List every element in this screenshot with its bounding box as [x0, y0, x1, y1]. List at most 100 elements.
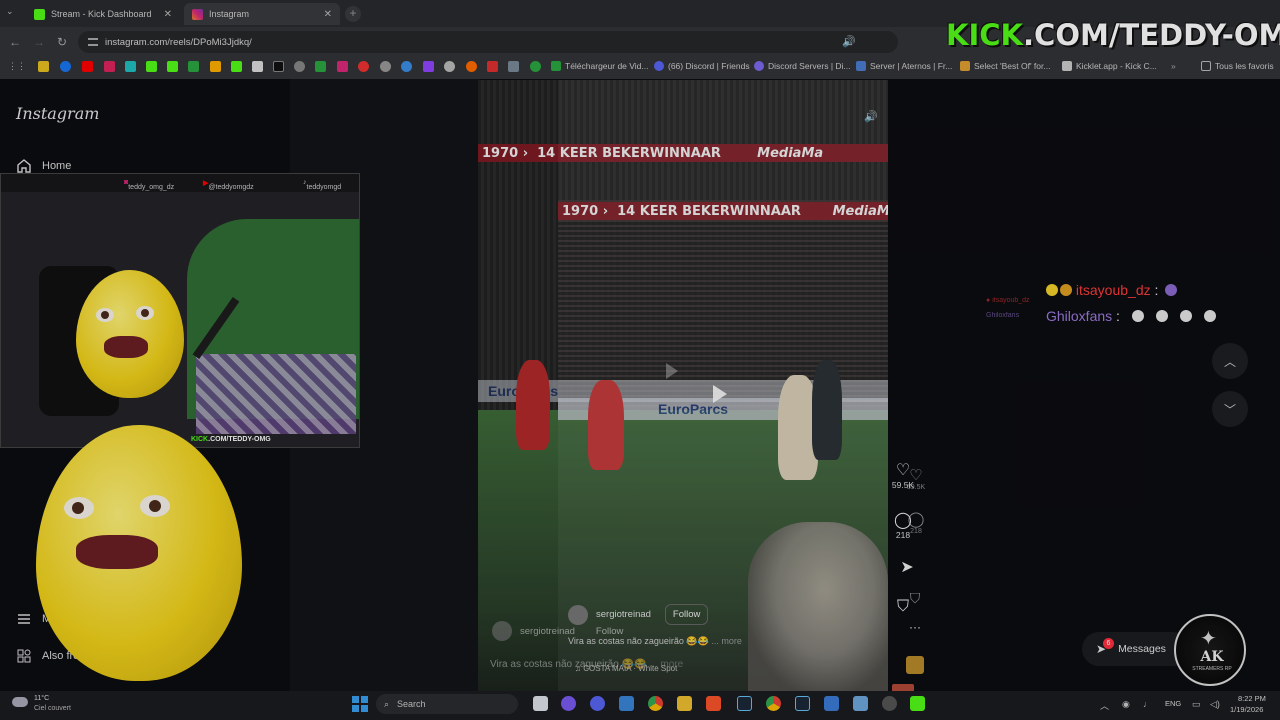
kick-icon[interactable] [167, 61, 178, 72]
bookmark-icon[interactable] [38, 61, 49, 72]
tab-instagram[interactable]: Instagram ✕ [184, 3, 340, 25]
audio-thumbnail-icon[interactable] [906, 656, 924, 674]
more-link[interactable]: ... more [711, 636, 742, 646]
bookmark-icon[interactable] [401, 61, 412, 72]
ak-streamers-logo: ✦ AK STREAMERS RP [1174, 614, 1246, 686]
reload-icon[interactable]: ↻ [57, 35, 67, 49]
app-icon[interactable] [824, 696, 839, 711]
facecam-kick-url: KICK.COM/TEDDY-OMG [191, 436, 271, 443]
clock-date[interactable]: 1/19/2026 [1230, 705, 1263, 714]
task-view-icon[interactable] [533, 696, 548, 711]
app-icon[interactable] [853, 696, 868, 711]
bookmark-item[interactable]: Téléchargeur de Vid... [551, 61, 648, 71]
show-hidden-icons-chevron-icon[interactable]: ︿ [1100, 699, 1109, 712]
instagram-logo[interactable]: Instagram [16, 104, 99, 123]
follow-button[interactable]: Follow [664, 604, 709, 625]
weather-temperature[interactable]: 11°C [34, 695, 49, 702]
language-indicator[interactable]: ENG [1165, 699, 1181, 708]
instagram-icon[interactable] [337, 61, 348, 72]
ak-subtext: STREAMERS RP [1192, 666, 1232, 672]
emote-icon [1060, 284, 1072, 296]
bookmark-favicon-icon [1062, 61, 1072, 71]
steam-icon[interactable] [737, 696, 752, 711]
tab-audio-icon[interactable]: 🔊 [842, 35, 858, 51]
reel-caption[interactable]: Vira as costas não zagueirão 😂😂 ... more [568, 636, 742, 647]
cloud-icon[interactable] [12, 697, 28, 707]
mute-icon[interactable]: 🔊 [864, 110, 880, 126]
lemon-pupil [141, 309, 149, 317]
copilot-icon[interactable] [561, 696, 576, 711]
chat-message: Ghiloxfans : [1046, 308, 1216, 324]
back-icon[interactable]: ← [9, 35, 21, 49]
weather-description[interactable]: Ciel couvert [34, 705, 71, 712]
share-icon[interactable]: ➤ [895, 557, 919, 577]
microphone-icon[interactable]: ♩ [1143, 699, 1152, 709]
chrome-icon[interactable] [766, 696, 781, 711]
volume-icon[interactable]: ◁) [1210, 699, 1220, 710]
next-reel-button[interactable]: ﹀ [1212, 391, 1248, 427]
brave-icon[interactable] [706, 696, 721, 711]
steam-icon[interactable] [795, 696, 810, 711]
chat-ghost: Ghiloxfans [986, 312, 1019, 319]
chat-message: itsayoub_dz : [1046, 282, 1178, 298]
nav-home[interactable]: Home [16, 158, 71, 174]
kick-icon[interactable] [146, 61, 157, 72]
windows-start-icon[interactable] [352, 696, 368, 712]
previous-reel-button[interactable]: ︿ [1212, 343, 1248, 379]
tab-kick-dashboard[interactable]: Stream - Kick Dashboard ✕ [26, 3, 180, 25]
tab-search-chevron-icon[interactable]: ⌄ [6, 6, 14, 17]
discord-icon[interactable] [590, 696, 605, 711]
gamepad-icon[interactable]: ◉ [1122, 699, 1130, 710]
play-icon[interactable] [713, 385, 727, 403]
twitch-icon[interactable] [423, 61, 434, 72]
meta-apps-icon [17, 649, 31, 663]
app-icon[interactable] [882, 696, 897, 711]
new-tab-button[interactable]: + [345, 6, 361, 22]
bookmark-icon[interactable] [444, 61, 455, 72]
bookmark-icon[interactable] [358, 61, 369, 72]
bookmark-icon[interactable] [294, 61, 305, 72]
url-bar[interactable]: instagram.com/reels/DPoMi3Jjdkq/ [78, 31, 898, 53]
close-tab-icon[interactable]: ✕ [164, 9, 172, 20]
bookmark-icon[interactable] [508, 61, 519, 72]
kick-icon[interactable] [231, 61, 242, 72]
youtube-icon[interactable] [82, 61, 93, 72]
chrome-icon[interactable] [648, 696, 663, 711]
bookmark-icon[interactable] [466, 61, 477, 72]
bookmark-icon[interactable] [530, 61, 541, 72]
forward-icon[interactable]: → [33, 35, 45, 49]
bookmark-icon[interactable] [380, 61, 391, 72]
monitor-icon[interactable]: ▭ [1192, 699, 1201, 710]
taskbar-search[interactable]: ⌕ Search [376, 694, 518, 714]
bookmark-icon[interactable] [315, 61, 326, 72]
facebook-icon[interactable] [60, 61, 71, 72]
close-tab-icon[interactable]: ✕ [324, 9, 332, 20]
bookmark-icon[interactable] [487, 61, 498, 72]
chat-separator: : [1116, 308, 1120, 324]
reel-audio[interactable]: ♫ COSTA MAIA · White Spot [575, 664, 677, 673]
tiktok-icon[interactable] [273, 61, 284, 72]
bookmark-icon[interactable] [210, 61, 221, 72]
bookmark-favicon-icon [856, 61, 866, 71]
site-info-icon[interactable] [88, 38, 98, 46]
bookmark-icon[interactable] [188, 61, 199, 72]
file-explorer-icon[interactable] [677, 696, 692, 711]
bookmark-item[interactable]: Select 'Best Of' for... [960, 61, 1050, 71]
bookmark-item[interactable]: Discord Servers | Di... [754, 61, 851, 71]
kick-icon[interactable] [910, 696, 925, 711]
bookmark-icon[interactable] [252, 61, 263, 72]
bookmark-item[interactable]: Server | Aternos | Fr... [856, 61, 952, 71]
bookmark-item[interactable]: (66) Discord | Friends [654, 61, 750, 71]
bookmark-icon[interactable] [104, 61, 115, 72]
bookmarks-overflow-button[interactable]: » [1171, 61, 1176, 71]
all-bookmarks-folder[interactable]: Tous les favoris [1201, 61, 1274, 71]
app-icon[interactable] [619, 696, 634, 711]
discord-icon [654, 61, 664, 71]
apps-grid-icon[interactable]: ⋮⋮ [8, 61, 26, 72]
like-button-ghost: ♡ 59.5K [904, 466, 928, 491]
bookmark-item[interactable]: Kicklet.app - Kick C... [1062, 61, 1157, 71]
more-options-icon[interactable]: ··· [903, 620, 927, 634]
kick-rest: .COM/TEDDY-OMG [208, 436, 271, 443]
bookmark-icon[interactable] [125, 61, 136, 72]
clock-time[interactable]: 8:22 PM [1238, 694, 1266, 703]
